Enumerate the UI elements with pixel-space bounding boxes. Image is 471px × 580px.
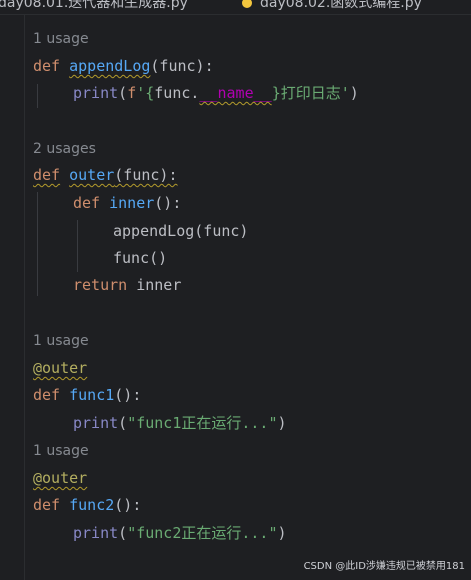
code-line[interactable]: @outer	[33, 358, 87, 378]
function-name: inner	[109, 194, 155, 212]
indent-guide	[37, 84, 38, 108]
keyword: def	[33, 386, 61, 404]
code-editor[interactable]: day08.01.迭代器和生成器.py day08.02.函数式编程.py 1 …	[0, 0, 471, 580]
function-name: appendLog	[69, 57, 151, 75]
keyword: def	[33, 57, 61, 75]
code-text: (func):	[114, 166, 178, 184]
fstring-prefix: f	[127, 84, 137, 102]
function-name: outer	[69, 166, 115, 184]
code-line[interactable]: print("func1正在运行...")	[73, 413, 287, 433]
tab-divider	[0, 14, 471, 15]
code-text: inner	[127, 276, 182, 294]
code-line[interactable]: return inner	[73, 275, 181, 295]
string-literal: "func2正在运行..."	[127, 524, 278, 542]
code-line[interactable]: def inner():	[73, 193, 181, 213]
indent-guide	[77, 220, 78, 272]
tab-iterators-file[interactable]: day08.01.迭代器和生成器.py	[0, 0, 188, 12]
python-file-icon	[242, 0, 252, 8]
keyword: return	[73, 276, 128, 294]
code-line[interactable]: def func1():	[33, 385, 141, 405]
dunder-attr: __name__	[199, 84, 272, 102]
builtin-call: print	[73, 414, 119, 432]
builtin-call: print	[73, 524, 119, 542]
code-text: ():	[154, 194, 182, 212]
gutter-border	[24, 15, 25, 580]
tab-label: day08.01.迭代器和生成器.py	[0, 0, 188, 11]
tab-label: day08.02.函数式编程.py	[260, 0, 422, 11]
decorator: @outer	[33, 469, 88, 487]
code-line[interactable]: func()	[113, 248, 167, 268]
usage-hint[interactable]: 1 usage	[33, 442, 89, 460]
usage-hint[interactable]: 1 usage	[33, 30, 89, 48]
code-text: func()	[113, 249, 168, 267]
code-line[interactable]: def appendLog(func):	[33, 56, 214, 76]
code-text: (func):	[150, 57, 214, 75]
code-text: ():	[114, 496, 142, 514]
tab-bar: day08.01.迭代器和生成器.py day08.02.函数式编程.py	[0, 0, 471, 14]
watermark: CSDN @此ID涉嫌违规已被禁用181	[303, 561, 465, 572]
code-text: ():	[114, 386, 142, 404]
indent-guide	[37, 192, 38, 296]
builtin-call: print	[73, 84, 119, 102]
keyword: def	[33, 496, 61, 514]
decorator: @outer	[33, 359, 88, 377]
tab-functional-file[interactable]: day08.02.函数式编程.py	[242, 0, 422, 12]
function-name: func2	[69, 496, 115, 514]
keyword: def	[33, 166, 61, 184]
code-line[interactable]: def func2():	[33, 495, 141, 515]
usage-hint[interactable]: 2 usages	[33, 140, 96, 158]
code-line[interactable]: print(f'{func.__name__}打印日志')	[73, 83, 359, 103]
code-line[interactable]: def outer(func):	[33, 165, 178, 185]
code-line[interactable]: @outer	[33, 468, 87, 488]
code-line[interactable]: print("func2正在运行...")	[73, 523, 287, 543]
code-line[interactable]: appendLog(func)	[113, 221, 248, 241]
keyword: def	[73, 194, 101, 212]
code-text: appendLog(func)	[113, 222, 249, 240]
usage-hint[interactable]: 1 usage	[33, 332, 89, 350]
function-name: func1	[69, 386, 115, 404]
string-literal: "func1正在运行..."	[127, 414, 278, 432]
